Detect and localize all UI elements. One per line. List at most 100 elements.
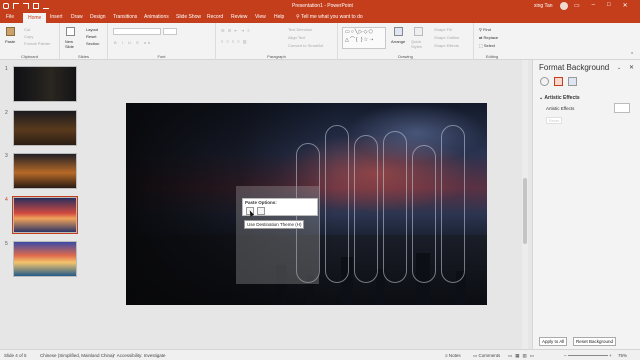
ribbon-display-icon[interactable]: ▭ [574,2,580,9]
scrollbar-thumb[interactable] [523,178,527,244]
tab-design[interactable]: Design [90,14,106,20]
close-icon[interactable]: ✕ [629,64,634,71]
accessibility-status[interactable]: ✓ Accessibility: Investigate [112,353,166,359]
tab-record[interactable]: Record [207,14,223,20]
tab-transitions[interactable]: Transitions [113,14,137,20]
slide-counter: Slide 4 of 5 [4,353,27,358]
slide-thumbnails: 1 2 3 4 5 [0,60,84,349]
close-icon[interactable]: ✕ [623,2,628,9]
thumb-number: 1 [5,66,8,72]
select-button[interactable]: ⬚ Select [479,43,495,48]
font-name-box[interactable] [113,28,161,35]
tab-view[interactable]: View [255,14,266,20]
align-buttons[interactable]: ≡ ≡ ≡ ≡ ▥ [221,39,248,44]
user-name[interactable]: xing Tan [534,3,553,9]
tab-insert[interactable]: Insert [50,14,63,20]
shapes-gallery[interactable]: ▭○╲▷◇⬠ △⌒{ }☆➝ [342,27,386,49]
list-buttons[interactable]: ☰ ☰ ⇤ ⇥ ≡ [221,28,251,33]
cut-button[interactable]: Cut [24,27,30,32]
artistic-effects-label: Artistic Effects [546,106,575,111]
chevron-down-icon[interactable]: ⌄ [617,65,621,71]
tab-home[interactable]: Home [23,13,47,23]
align-text-button[interactable]: Align Text [288,35,305,40]
undo-icon[interactable] [13,3,19,9]
slides-group: New Slide Layout Reset Section Slides [60,23,108,60]
section-button[interactable]: Section [86,41,99,46]
replace-button[interactable]: ⇄ Replace [479,35,498,40]
arch-shape[interactable] [325,125,349,283]
arrange-button[interactable]: Arrange [391,39,405,44]
tab-draw[interactable]: Draw [71,14,83,20]
new-slide-icon[interactable] [66,27,75,36]
collapse-ribbon-icon[interactable]: ⌃ [630,52,634,58]
paragraph-label: Paragraph [267,54,286,59]
notes-button[interactable]: ≡ Notes [445,353,461,358]
reset-background-button[interactable]: Reset Background [573,337,617,346]
shape-effects-button[interactable]: Shape Effects [434,43,459,48]
tab-animations[interactable]: Animations [144,14,169,20]
apply-to-all-button[interactable]: Apply to All [539,337,568,346]
tab-file[interactable]: File [6,14,14,20]
slide-thumbnail-5[interactable] [13,241,77,277]
drawing-label: Drawing [398,54,413,59]
copy-button[interactable]: Copy [24,34,33,39]
maximize-icon[interactable]: □ [607,2,611,9]
slide-thumbnail-4[interactable] [12,196,78,234]
editing-group: ⚲ Find ⇄ Replace ⬚ Select Editing [474,23,510,60]
zoom-slider[interactable]: – + [564,353,612,358]
quick-styles-icon[interactable] [414,27,423,36]
shape-outline-button[interactable]: Shape Outline [434,35,459,40]
tell-me-search[interactable]: ⚲ Tell me what you want to do [296,14,363,20]
view-buttons[interactable]: ▭▦▥▭ [508,353,537,359]
tab-slide-show[interactable]: Slide Show [176,14,201,20]
artistic-effects-dropdown[interactable] [614,103,630,113]
window-controls: ▭ – □ ✕ [574,2,628,9]
reset-effects-button[interactable]: Reset [546,117,562,124]
arch-shape[interactable] [441,125,465,283]
arch-shape[interactable] [354,135,378,283]
paste-tooltip: Use Destination Theme (H) [244,220,305,229]
title-bar: Presentation1 - PowerPoint xing Tan ▭ – … [0,0,640,12]
start-slideshow-icon[interactable] [33,3,39,9]
tab-review[interactable]: Review [231,14,247,20]
slide-thumbnail-1[interactable] [13,66,77,102]
font-format-buttons[interactable]: B I U S ab [114,40,152,45]
artistic-effects-section[interactable]: ⌄ Artistic Effects [539,95,580,101]
slide-thumbnail-3[interactable] [13,153,77,189]
new-slide-button[interactable]: New Slide [65,39,79,49]
reset-button[interactable]: Reset [86,34,96,39]
minimize-icon[interactable]: – [592,2,595,9]
format-painter-button[interactable]: Format Painter [24,41,50,46]
layout-button[interactable]: Layout [86,27,98,32]
zoom-level[interactable]: 75% [618,353,627,358]
avatar[interactable] [560,2,568,10]
comments-button[interactable]: ▭ Comments [473,353,500,359]
find-button[interactable]: ⚲ Find [479,27,491,32]
quick-styles-button[interactable]: Quick Styles [411,39,427,49]
redo-icon[interactable] [23,3,29,9]
paragraph-group: ☰ ☰ ⇤ ⇥ ≡ ≡ ≡ ≡ ≡ ▥ Text Direction Align… [216,23,338,60]
convert-smartart-button[interactable]: Convert to SmartArt [288,43,323,48]
shape-fill-button[interactable]: Shape Fill [434,27,452,32]
language-indicator[interactable]: Chinese (Simplified, Mainland China) [40,353,114,358]
effects-icon[interactable] [554,77,563,86]
arch-shape[interactable] [383,131,407,283]
shape-icons-row2: △⌒{ }☆➝ [345,37,375,43]
tab-help[interactable]: Help [274,14,284,20]
paste-icon[interactable] [6,27,15,36]
autosave-icon[interactable] [3,3,9,9]
customize-qat-icon[interactable] [43,3,49,9]
picture-icon[interactable] [568,77,577,86]
text-direction-button[interactable]: Text Direction [288,27,312,32]
arrange-icon[interactable] [394,27,403,36]
format-background-pane: Format Background ⌄ ✕ ⌄ Artistic Effects… [532,60,640,349]
fill-icon[interactable] [540,77,549,86]
font-size-box[interactable] [163,28,177,35]
arch-shape[interactable] [412,145,436,283]
slides-label: Slides [78,54,89,59]
thumb-number: 4 [5,197,8,203]
window-title: Presentation1 - PowerPoint [292,3,353,9]
paste-button[interactable]: Paste [5,39,15,44]
slide-thumbnail-2[interactable] [13,110,77,146]
keep-source-formatting-icon[interactable] [257,207,265,215]
